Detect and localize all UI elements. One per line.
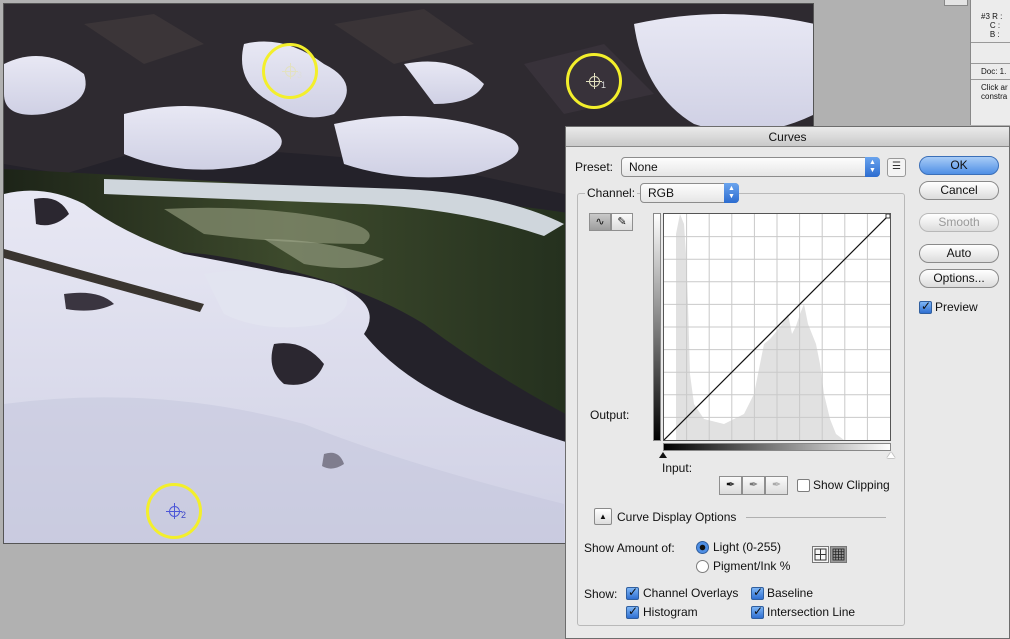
preview-label: Preview bbox=[935, 300, 978, 314]
light-radio[interactable] bbox=[696, 541, 709, 554]
white-point-slider[interactable] bbox=[887, 452, 895, 458]
show-label: Show: bbox=[584, 587, 618, 601]
info-c-label: C : bbox=[989, 21, 1001, 30]
curve-graph[interactable] bbox=[663, 213, 891, 441]
color-sampler-1[interactable]: 1 bbox=[566, 53, 622, 109]
curve-point-tool-button[interactable]: ∿ bbox=[589, 213, 611, 231]
simple-grid-icon bbox=[814, 548, 827, 561]
dialog-title[interactable]: Curves bbox=[566, 127, 1009, 147]
info-sample-label: #3 bbox=[981, 12, 990, 21]
sampler-crosshair-icon bbox=[166, 503, 182, 519]
light-label: Light (0-255) bbox=[713, 540, 782, 554]
curve-display-options-label: Curve Display Options bbox=[617, 510, 737, 524]
color-sampler-2[interactable]: 2 bbox=[146, 483, 202, 539]
smooth-button[interactable]: Smooth bbox=[919, 213, 999, 232]
preset-label: Preset: bbox=[575, 160, 614, 174]
auto-button[interactable]: Auto bbox=[919, 244, 999, 263]
canvas-area: 3 1 2 #3 R : C : B : Doc: 1. Click ar co… bbox=[0, 0, 1010, 639]
info-b-row: B : bbox=[971, 30, 1010, 39]
show-clipping-checkbox[interactable] bbox=[797, 479, 810, 492]
intersection-line-label: Intersection Line bbox=[767, 605, 856, 619]
info-panel: #3 R : C : B : Doc: 1. Click ar constra bbox=[970, 0, 1010, 125]
info-hint-line-1: Click ar bbox=[981, 83, 1008, 92]
channel-overlays-checkbox[interactable] bbox=[626, 585, 639, 600]
ok-button[interactable]: OK bbox=[919, 156, 999, 175]
info-doc-size: Doc: 1. bbox=[981, 67, 1007, 76]
cancel-button[interactable]: Cancel bbox=[919, 181, 999, 200]
histogram-checkbox[interactable] bbox=[626, 604, 639, 619]
palette-tab[interactable] bbox=[944, 0, 968, 6]
black-eyedropper-button[interactable]: ✒ bbox=[719, 476, 742, 495]
detailed-grid-button[interactable] bbox=[830, 546, 847, 563]
pencil-icon: ✎ bbox=[617, 216, 627, 228]
black-point-slider[interactable] bbox=[659, 452, 667, 458]
disclosure-triangle-icon[interactable]: ▲ bbox=[594, 508, 612, 525]
info-b-label: B : bbox=[989, 30, 1000, 39]
info-sample-row: #3 R : bbox=[971, 12, 1010, 21]
divider bbox=[971, 79, 1010, 80]
detailed-grid-icon bbox=[832, 548, 845, 561]
black-eyedropper-icon: ✒ bbox=[725, 479, 736, 491]
channel-overlays-label: Channel Overlays bbox=[643, 586, 739, 600]
output-label: Output: bbox=[590, 408, 630, 422]
baseline-label: Baseline bbox=[767, 586, 814, 600]
pigment-label: Pigment/Ink % bbox=[713, 559, 791, 573]
input-label: Input: bbox=[662, 461, 693, 475]
preset-options-icon[interactable]: ☰ bbox=[887, 158, 906, 177]
info-r-label: R : bbox=[992, 12, 1003, 21]
show-clipping-label: Show Clipping bbox=[813, 478, 890, 492]
select-arrows-icon: ▲ ▼ bbox=[865, 157, 880, 177]
histogram-label: Histogram bbox=[643, 605, 698, 619]
curves-dialog: Curves Preset: None ▲ ▼ ☰ Channel: RGB ▲ ▼… bbox=[565, 126, 1010, 639]
divider bbox=[971, 42, 1010, 43]
info-c-row: C : bbox=[971, 21, 1010, 30]
sampler-number: 3 bbox=[297, 70, 303, 80]
curve-tool-icon: ∿ bbox=[595, 216, 605, 228]
options-button[interactable]: Options... bbox=[919, 269, 999, 288]
preview-checkbox[interactable] bbox=[919, 299, 932, 314]
color-sampler-3[interactable]: 3 bbox=[262, 43, 318, 99]
show-amount-label: Show Amount of: bbox=[584, 541, 675, 555]
intersection-line-checkbox[interactable] bbox=[751, 604, 764, 619]
channel-value: RGB bbox=[648, 186, 675, 200]
pencil-tool-button[interactable]: ✎ bbox=[611, 213, 633, 231]
divider bbox=[746, 517, 886, 518]
info-hint-line-2: constra bbox=[981, 92, 1008, 101]
simple-grid-button[interactable] bbox=[812, 546, 829, 563]
pigment-radio[interactable] bbox=[696, 560, 709, 573]
preset-select[interactable]: None ▲ ▼ bbox=[621, 157, 880, 177]
white-eyedropper-icon: ✒ bbox=[771, 479, 782, 491]
curve-graph-svg bbox=[663, 213, 891, 441]
select-arrows-icon: ▲ ▼ bbox=[724, 183, 739, 203]
channel-select[interactable]: RGB ▲ ▼ bbox=[640, 183, 739, 203]
sampler-number: 1 bbox=[601, 80, 607, 90]
output-gradient-bar bbox=[653, 213, 661, 441]
sampler-crosshair-icon bbox=[282, 63, 298, 79]
baseline-checkbox[interactable] bbox=[751, 585, 764, 600]
preset-value: None bbox=[629, 160, 658, 174]
sampler-crosshair-icon bbox=[586, 73, 602, 89]
white-eyedropper-button[interactable]: ✒ bbox=[765, 476, 788, 495]
input-gradient-bar bbox=[663, 443, 891, 451]
sampler-number: 2 bbox=[181, 510, 187, 520]
divider bbox=[971, 63, 1010, 64]
gray-eyedropper-icon: ✒ bbox=[748, 479, 759, 491]
channel-label: Channel: bbox=[585, 186, 638, 200]
gray-eyedropper-button[interactable]: ✒ bbox=[742, 476, 765, 495]
